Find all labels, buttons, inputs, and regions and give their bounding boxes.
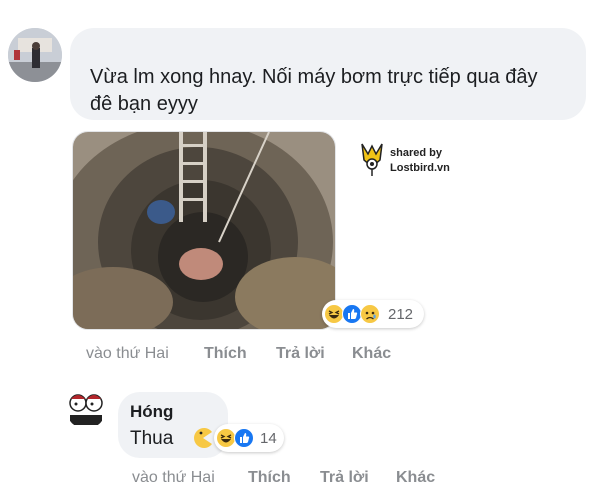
like-icon [234, 428, 254, 448]
more-link[interactable]: Khác [352, 345, 391, 363]
comment-photo[interactable] [72, 131, 336, 330]
haha-icon [216, 428, 236, 448]
comment-actions: vào thứ Hai Thích Trả lời Khác [86, 345, 406, 365]
reply-actions: vào thứ Hai Thích Trả lời Khác [132, 469, 452, 489]
haha-icon [324, 304, 344, 324]
reply-more-link[interactable]: Khác [396, 469, 435, 487]
reply-author[interactable]: Hóng [130, 402, 173, 422]
commenter-avatar[interactable] [8, 28, 62, 82]
reply-like-link[interactable]: Thích [248, 469, 291, 487]
comment-text: Vừa lm xong hnay. Nối máy bơm trực tiếp … [90, 66, 538, 115]
avatar-photo [8, 28, 62, 82]
reaction-count: 212 [388, 306, 414, 323]
pacman-emoji-icon [194, 428, 212, 448]
reply-link[interactable]: Trả lời [276, 345, 325, 363]
comment-timestamp[interactable]: vào thứ Hai [86, 345, 169, 363]
well-photo-image [73, 132, 335, 329]
comment-bubble: Vừa lm xong hnay. Nối máy bơm trực tiếp … [70, 28, 586, 120]
commenter-avatar-hong[interactable] [66, 389, 106, 429]
reply-text: Thua [130, 428, 174, 449]
reply-reply-link[interactable]: Trả lời [320, 469, 369, 487]
reply-reaction-summary[interactable]: 14 [214, 424, 284, 452]
reaction-summary[interactable]: 212 [322, 300, 424, 328]
reply-timestamp[interactable]: vào thứ Hai [132, 469, 215, 487]
reply-reaction-count: 14 [260, 430, 277, 447]
watermark-line1: shared by [390, 147, 442, 159]
watermark-line2: Lostbird.vn [390, 162, 450, 174]
lostbird-watermark: shared by Lostbird.vn [358, 140, 468, 180]
lostbird-logo-icon [361, 143, 383, 176]
like-link[interactable]: Thích [204, 345, 247, 363]
sad-icon [360, 304, 380, 324]
like-icon [342, 304, 362, 324]
hong-logo-avatar [66, 389, 106, 429]
